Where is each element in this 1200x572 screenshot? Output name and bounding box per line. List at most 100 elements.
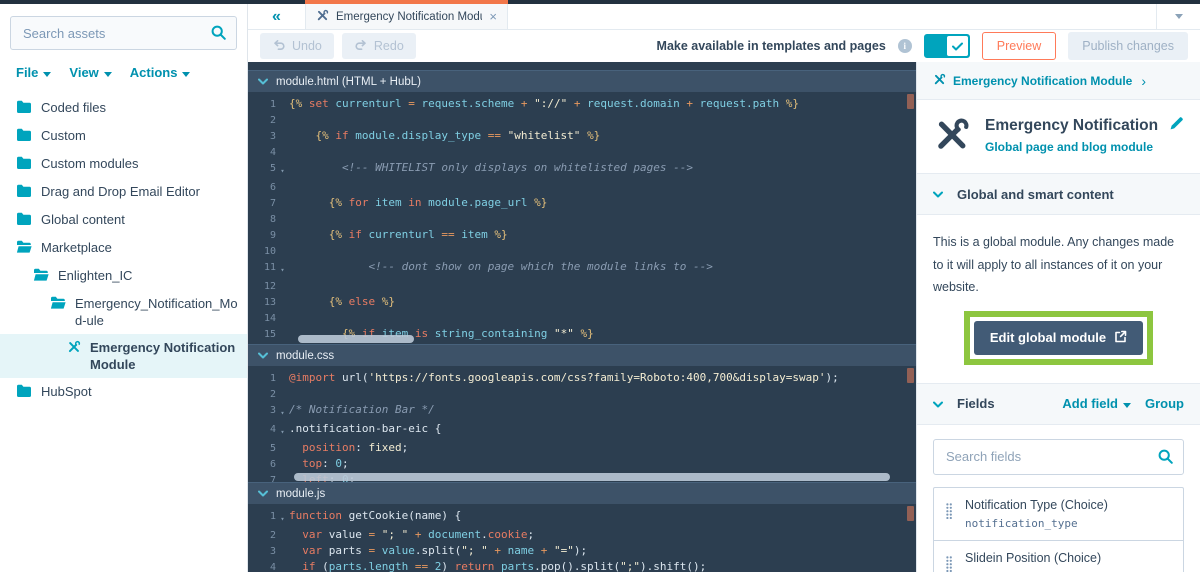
- code-area-module-js[interactable]: 1▾function getCookie(name) {2 var value …: [248, 504, 916, 572]
- publish-changes-button[interactable]: Publish changes: [1068, 32, 1188, 60]
- collapse-sidebar-button[interactable]: «: [248, 4, 305, 29]
- design-manager-window: File View Actions Coded filesCustomCusto…: [0, 0, 1200, 572]
- module-title-card: Emergency Notification Module Global pag…: [917, 100, 1200, 173]
- tree-item-global-content[interactable]: Global content: [0, 206, 247, 234]
- code-line: .notification-bar-eic {: [289, 421, 441, 440]
- search-icon[interactable]: [1158, 449, 1173, 469]
- breadcrumb-link[interactable]: Emergency Notification Module: [953, 74, 1132, 88]
- editor-pane-header-module-html[interactable]: module.html (HTML + HubL): [248, 70, 916, 92]
- tree-item-drag-and-drop-email-editor[interactable]: Drag and Drop Email Editor: [0, 178, 247, 206]
- chevron-down-icon: [258, 488, 268, 500]
- editor-pane-header-module-js[interactable]: module.js: [248, 482, 916, 504]
- fold-slot: [276, 96, 289, 112]
- tree-item-emergency-notification-module[interactable]: Emergency Notification Module: [0, 334, 247, 378]
- vertical-scrollbar-thumb[interactable]: [907, 506, 914, 521]
- line-number: 5: [248, 160, 276, 179]
- redo-icon: [354, 39, 368, 53]
- line-number: 4: [248, 559, 276, 572]
- code-line: {% else %}: [289, 294, 395, 310]
- menu-file[interactable]: File: [16, 65, 51, 80]
- line-number: 10: [248, 243, 276, 259]
- code-area-module-css[interactable]: 1@import url('https://fonts.googleapis.c…: [248, 366, 916, 482]
- redo-button[interactable]: Redo: [342, 33, 416, 59]
- code-area-module-html[interactable]: 1{% set currenturl = request.scheme + ":…: [248, 92, 916, 344]
- breadcrumb: Emergency Notification Module ›: [917, 62, 1200, 100]
- code-line: if (parts.length == 2) return parts.pop(…: [289, 559, 706, 572]
- line-number: 14: [248, 310, 276, 326]
- edit-pencil-icon[interactable]: [1170, 116, 1184, 135]
- folder-icon: [16, 384, 32, 401]
- fold-slot: [276, 370, 289, 386]
- field-card-slidein-position[interactable]: Slidein Position (Choice)slidein_positio…: [933, 540, 1184, 572]
- menu-file-label: File: [16, 65, 38, 80]
- fold-slot: [276, 294, 289, 310]
- templates-availability-toggle[interactable]: [924, 34, 970, 58]
- line-number: 12: [248, 278, 276, 294]
- fold-caret-icon[interactable]: ▾: [276, 508, 289, 527]
- caret-down-icon: [1123, 396, 1131, 411]
- line-number: 2: [248, 527, 276, 543]
- menu-actions-label: Actions: [130, 65, 178, 80]
- section-fields[interactable]: Fields Add field Group: [917, 383, 1200, 425]
- section-global-smart-content[interactable]: Global and smart content: [917, 173, 1200, 215]
- fold-caret-icon[interactable]: ▾: [276, 402, 289, 421]
- line-number: 11: [248, 259, 276, 278]
- info-icon[interactable]: i: [898, 39, 912, 53]
- editor-pane-header-module-css[interactable]: module.css: [248, 344, 916, 366]
- tree-item-label: HubSpot: [41, 383, 92, 400]
- chevron-down-icon: [258, 350, 268, 362]
- fold-caret-icon[interactable]: ▾: [276, 421, 289, 440]
- tree-item-enlighten-ic[interactable]: Enlighten_IC: [0, 262, 247, 290]
- vertical-scrollbar-thumb[interactable]: [907, 94, 914, 109]
- folder-open-icon: [50, 296, 66, 313]
- add-field-button[interactable]: Add field: [1062, 396, 1131, 411]
- editor-toolbar: Undo Redo Make available in templates an…: [248, 30, 1200, 62]
- fold-slot: [276, 456, 289, 472]
- fold-caret-icon[interactable]: ▾: [276, 259, 289, 278]
- search-icon[interactable]: [211, 25, 226, 45]
- tab-overflow-button[interactable]: [1156, 4, 1200, 29]
- module-icon: [316, 9, 329, 25]
- edit-global-module-button[interactable]: Edit global module: [974, 321, 1143, 355]
- caret-down-icon: [182, 65, 190, 80]
- search-fields-input[interactable]: [933, 439, 1184, 475]
- vertical-scrollbar-thumb[interactable]: [907, 368, 914, 383]
- tree-item-custom-modules[interactable]: Custom modules: [0, 150, 247, 178]
- templates-toggle-label: Make available in templates and pages: [657, 39, 886, 53]
- folder-icon: [16, 100, 32, 117]
- drag-handle-icon[interactable]: [946, 503, 953, 524]
- tab-emergency-notification-module[interactable]: Emergency Notification Module ×: [305, 4, 508, 29]
- chevron-down-icon: [933, 185, 943, 203]
- field-card-notification-type[interactable]: Notification Type (Choice)notification_t…: [933, 487, 1184, 541]
- line-number: 6: [248, 179, 276, 195]
- fold-slot: [276, 527, 289, 543]
- preview-button[interactable]: Preview: [982, 32, 1056, 60]
- tree-item-emergency-notification-mod-ule[interactable]: Emergency_Notification_Mod-ule: [0, 290, 247, 334]
- folder-icon: [16, 128, 32, 145]
- code-line: <!-- WHITELIST only displays on whitelis…: [289, 160, 693, 179]
- code-editor: module.html (HTML + HubL)1{% set current…: [248, 62, 916, 572]
- line-number: 4: [248, 421, 276, 440]
- add-field-label: Add field: [1062, 396, 1118, 411]
- line-number: 3: [248, 128, 276, 144]
- fold-slot: [276, 310, 289, 326]
- search-assets-box: [10, 16, 237, 50]
- tree-item-custom[interactable]: Custom: [0, 122, 247, 150]
- section-label: Fields: [957, 396, 995, 411]
- menu-view[interactable]: View: [69, 65, 111, 80]
- search-assets-input[interactable]: [10, 16, 237, 50]
- asset-tree: Coded filesCustomCustom modulesDrag and …: [0, 94, 247, 406]
- close-tab-icon[interactable]: ×: [489, 9, 497, 24]
- tree-item-coded-files[interactable]: Coded files: [0, 94, 247, 122]
- drag-handle-icon[interactable]: [946, 556, 953, 572]
- undo-button[interactable]: Undo: [260, 33, 334, 59]
- menu-actions[interactable]: Actions: [130, 65, 191, 80]
- search-fields-box: [933, 439, 1184, 475]
- horizontal-scrollbar-thumb[interactable]: [298, 335, 414, 343]
- tree-item-marketplace[interactable]: Marketplace: [0, 234, 247, 262]
- group-button[interactable]: Group: [1145, 396, 1184, 411]
- chevron-down-icon: [258, 76, 268, 88]
- tree-item-hubspot[interactable]: HubSpot: [0, 378, 247, 406]
- fold-caret-icon[interactable]: ▾: [276, 160, 289, 179]
- horizontal-scrollbar-thumb[interactable]: [294, 473, 890, 481]
